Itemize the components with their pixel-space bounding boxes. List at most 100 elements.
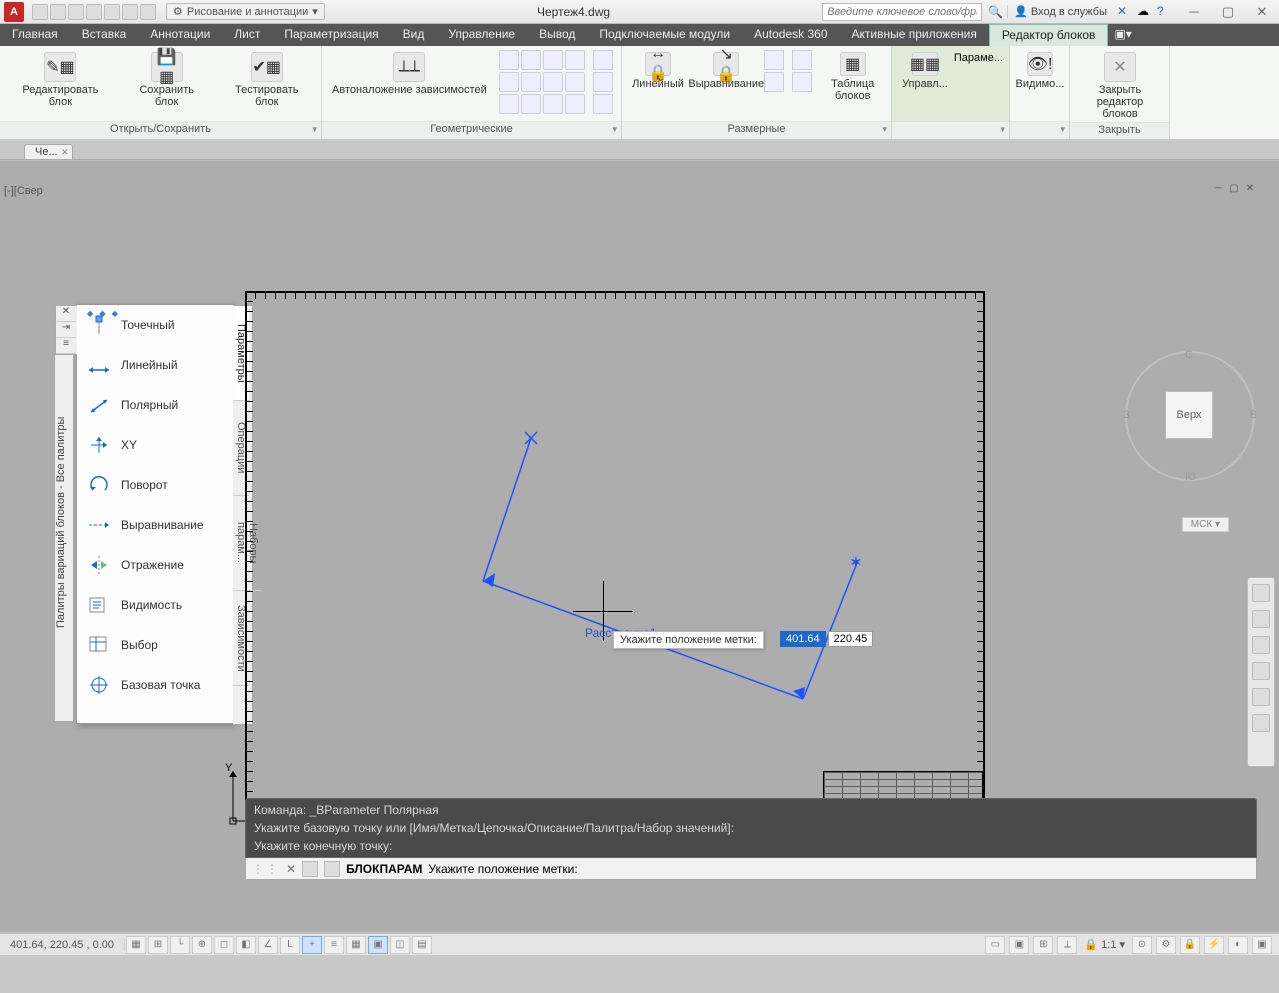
search-icon[interactable]: 🔍: [988, 5, 1003, 19]
canvas-area[interactable]: [-][Свер ─ ▢ ✕ Палитры вариаций блоков -…: [0, 161, 1279, 932]
window-maximize-button[interactable]: ▢: [1211, 1, 1245, 23]
tab-output[interactable]: Вывод: [527, 24, 587, 46]
sb-otrack-icon[interactable]: ∠: [258, 936, 278, 954]
sb-ws-icon[interactable]: ⚙: [1156, 936, 1176, 954]
constraint-icon[interactable]: [543, 72, 563, 92]
ucs-label[interactable]: МСК ▾: [1182, 517, 1229, 532]
tab-insert[interactable]: Вставка: [70, 24, 139, 46]
dim-small-icon[interactable]: [764, 50, 784, 70]
panel-dropdown-icon[interactable]: ▾: [1000, 124, 1005, 135]
constraint-icon[interactable]: [499, 94, 519, 114]
constraint-icon[interactable]: [565, 72, 585, 92]
sb-qp-icon[interactable]: ▣: [368, 936, 388, 954]
nav-pan-icon[interactable]: [1252, 610, 1270, 628]
params-label[interactable]: Параме...: [954, 50, 1003, 64]
viewcube[interactable]: Верх С Ю В З: [1125, 351, 1255, 481]
constraint-icon[interactable]: [565, 94, 585, 114]
sb-annovisibility-icon[interactable]: ⊙: [1132, 936, 1152, 954]
param-flip[interactable]: Отражение: [77, 545, 233, 585]
palette-title-strip[interactable]: Палитры вариаций блоков - Все палитры: [54, 322, 74, 722]
tab-plugins[interactable]: Подключаемые модули: [587, 24, 742, 46]
sb-isolate-icon[interactable]: ◐: [1228, 936, 1248, 954]
dim-small-icon[interactable]: [792, 50, 812, 70]
qat-save-icon[interactable]: [68, 4, 84, 20]
app-logo[interactable]: A: [4, 2, 24, 22]
sb-lwt-icon[interactable]: ≡: [324, 936, 344, 954]
palette-close-icon[interactable]: ✕: [56, 306, 76, 322]
constraint-extra-icon[interactable]: [593, 94, 613, 114]
sb-dyn-icon[interactable]: +: [302, 936, 322, 954]
qat-saveas-icon[interactable]: [86, 4, 102, 20]
param-rotate[interactable]: Поворот: [77, 465, 233, 505]
param-visibility[interactable]: Видимость: [77, 585, 233, 625]
nav-more-icon[interactable]: [1252, 714, 1270, 732]
sb-hardware-icon[interactable]: ⚡: [1204, 936, 1224, 954]
sb-snap-icon[interactable]: ⊞: [148, 936, 168, 954]
command-history[interactable]: Команда: _BParameter Полярная Укажите ба…: [245, 798, 1257, 858]
sb-ortho-icon[interactable]: └: [170, 936, 190, 954]
block-table-button[interactable]: ▦Таблица блоков: [820, 50, 885, 104]
nav-showmotion-icon[interactable]: [1252, 688, 1270, 706]
constraint-icon[interactable]: [543, 94, 563, 114]
sb-transp-icon[interactable]: ▦: [346, 936, 366, 954]
palette-menu-icon[interactable]: ≡: [56, 338, 76, 354]
sb-grid-icon[interactable]: ▦: [126, 936, 146, 954]
window-close-button[interactable]: ✕: [1245, 1, 1279, 23]
window-minimize-button[interactable]: ─: [1177, 1, 1211, 23]
sb-3dosnap-icon[interactable]: ◧: [236, 936, 256, 954]
status-coords[interactable]: 401.64, 220.45 , 0.00: [0, 939, 125, 951]
panel-dropdown-icon[interactable]: ▾: [312, 124, 317, 135]
tab-layout[interactable]: Лист: [222, 24, 272, 46]
cmd-close-icon[interactable]: ✕: [286, 862, 296, 876]
cmd-chevron-icon[interactable]: [302, 861, 318, 877]
viewcube-north[interactable]: С: [1185, 349, 1193, 361]
dynamic-coord-input[interactable]: 401.64 220.45: [780, 631, 873, 647]
sb-osnap-icon[interactable]: ◻: [214, 936, 234, 954]
sb-model-icon[interactable]: ▭: [985, 936, 1005, 954]
viewcube-west[interactable]: З: [1123, 409, 1130, 421]
constraint-icon[interactable]: [565, 50, 585, 70]
constraint-icon[interactable]: [521, 50, 541, 70]
nav-orbit-icon[interactable]: [1252, 662, 1270, 680]
help-icon[interactable]: ?: [1157, 4, 1173, 20]
visibility-button[interactable]: 👁!Видимо...: [1016, 50, 1064, 92]
vp-close-icon[interactable]: ✕: [1243, 181, 1257, 195]
palette-pin-icon[interactable]: ⇥: [56, 322, 76, 338]
panel-dropdown-icon[interactable]: ▾: [612, 124, 617, 135]
param-align[interactable]: Выравнивание: [77, 505, 233, 545]
param-polar[interactable]: ◆ ◆ ◆Полярный: [77, 385, 233, 425]
tab-manage[interactable]: Управление: [436, 24, 527, 46]
tab-block-editor[interactable]: Редактор блоков: [989, 24, 1109, 46]
param-linear[interactable]: ◆ ◆Линейный: [77, 345, 233, 385]
qat-open-icon[interactable]: [50, 4, 66, 20]
tab-home[interactable]: Главная: [0, 24, 70, 46]
qat-redo-icon[interactable]: [140, 4, 156, 20]
sb-clean-icon[interactable]: ▣: [1252, 936, 1272, 954]
sb-sc-icon[interactable]: ◫: [390, 936, 410, 954]
edit-block-button[interactable]: ✎▦Редактировать блок: [6, 50, 115, 110]
command-input-row[interactable]: ⋮⋮ ✕ БЛОКПАРАМ Укажите положение метки:: [245, 858, 1257, 880]
manage-button[interactable]: ▦▦Управл...: [898, 50, 952, 92]
viewcube-face[interactable]: Верх: [1165, 391, 1213, 439]
save-block-button[interactable]: 💾▦Сохранить блок: [123, 50, 211, 110]
vp-restore-icon[interactable]: ▢: [1227, 181, 1241, 195]
dim-linear-button[interactable]: ↔🔒Линейный: [628, 50, 688, 92]
param-xy[interactable]: ◆ ◆ ◆XY: [77, 425, 233, 465]
sb-am-icon[interactable]: ▤: [412, 936, 432, 954]
tab-annotate[interactable]: Аннотации: [138, 24, 222, 46]
sb-polar-icon[interactable]: ⊕: [192, 936, 212, 954]
help-search-input[interactable]: [822, 3, 982, 21]
sb-annoscale-icon[interactable]: ⟂: [1057, 936, 1077, 954]
qat-new-icon[interactable]: [32, 4, 48, 20]
auto-constrain-button[interactable]: ⟂⊥Автоналожение зависимостей: [328, 50, 491, 98]
close-tab-icon[interactable]: ✕: [61, 147, 69, 158]
dim-align-button[interactable]: ↘🔒Выравнивание: [696, 50, 756, 92]
sb-layout-icon[interactable]: ▣: [1009, 936, 1029, 954]
constraint-icon[interactable]: [521, 72, 541, 92]
signin-button[interactable]: 👤 Вход в службы: [1007, 5, 1113, 18]
tab-parametric[interactable]: Параметризация: [272, 24, 390, 46]
close-editor-button[interactable]: ✕Закрыть редактор блоков: [1076, 50, 1164, 122]
panel-dropdown-icon[interactable]: ▾: [1060, 124, 1065, 135]
dim-small-icon[interactable]: [792, 72, 812, 92]
document-tab[interactable]: Че...✕: [24, 144, 73, 159]
